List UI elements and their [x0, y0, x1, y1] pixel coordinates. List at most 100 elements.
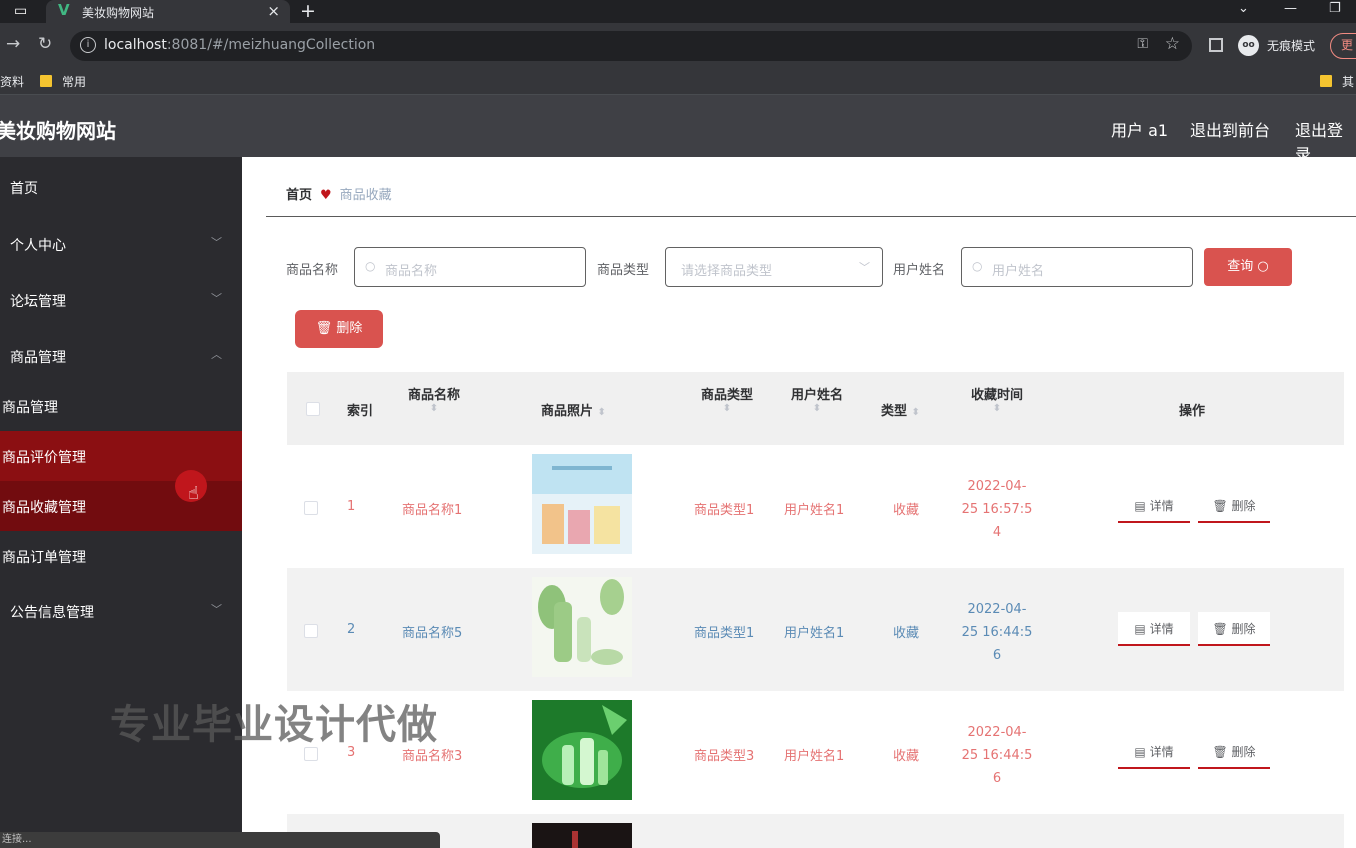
- col-index: 索引: [347, 404, 374, 419]
- trash-icon: 🗑: [1212, 745, 1228, 759]
- document-icon: ▤: [1134, 622, 1146, 636]
- sort-icon[interactable]: ⬍: [969, 403, 1025, 414]
- row-checkbox[interactable]: [304, 501, 318, 515]
- side-panel-icon[interactable]: [1209, 38, 1223, 52]
- reload-icon[interactable]: ↻: [38, 34, 52, 54]
- table-header: 索引 商品名称 ⬍ 商品照片 ⬍ 商品类型 ⬍ 用户姓名 ⬍ 类型 ⬍ 收藏时间 ⬍ 操…: [287, 372, 1344, 445]
- table-row: 1 商品名称1 商品类型1 用户姓名1 收藏 2022-04- 25 16:57:…: [287, 445, 1344, 568]
- sidebar-item-products[interactable]: 商品管理 ︿: [0, 329, 242, 379]
- detail-button[interactable]: ▤ 详情: [1118, 735, 1190, 769]
- row-delete-button[interactable]: 🗑 删除: [1198, 735, 1270, 769]
- col-user[interactable]: 用户姓名 ⬍: [789, 384, 845, 414]
- row-name: 商品名称1: [402, 503, 463, 518]
- bookmark-folder-other[interactable]: 其: [1320, 73, 1354, 90]
- vue-logo-icon: V: [58, 1, 70, 19]
- row-checkbox[interactable]: [304, 624, 318, 638]
- heart-icon: ♥: [320, 188, 332, 203]
- key-icon[interactable]: ⚿: [1137, 36, 1148, 52]
- address-bar-row: → ↻ i localhost:8081/#/meizhuangCollecti…: [0, 23, 1356, 68]
- sidebar-subitem-orders[interactable]: 商品订单管理: [0, 531, 242, 581]
- product-photo: [532, 700, 632, 800]
- table-row: 3 商品名称3 商品类型3 用户姓名1 收藏 2022-04- 25 16:44:…: [287, 691, 1344, 814]
- col-time[interactable]: 收藏时间 ⬍: [969, 384, 1025, 414]
- row-time: 2022-04- 25 16:44:5 6: [961, 602, 1033, 663]
- forward-icon[interactable]: →: [6, 34, 20, 54]
- row-delete-button[interactable]: 🗑 删除: [1198, 489, 1270, 523]
- select-placeholder: 请选择商品类型: [681, 264, 773, 279]
- sidebar-item-label: 商品管理: [10, 350, 66, 366]
- url-field[interactable]: i localhost:8081/#/meizhuangCollection ⚿…: [70, 31, 1192, 61]
- close-tab-icon[interactable]: ×: [267, 2, 280, 20]
- sidebar-item-label: 商品管理: [2, 400, 58, 416]
- bookmark-folder[interactable]: 常用: [40, 73, 86, 90]
- row-type: 商品类型3: [694, 749, 755, 764]
- folder-icon: [40, 75, 52, 87]
- sort-icon[interactable]: ⬍: [406, 403, 462, 414]
- tab-search-icon[interactable]: ⌄: [1238, 1, 1249, 16]
- restore-icon[interactable]: ❐: [1329, 1, 1341, 16]
- col-kind[interactable]: 类型 ⬍: [881, 400, 920, 419]
- update-button[interactable]: 更: [1330, 33, 1356, 59]
- name-search-input[interactable]: ○ 商品名称: [354, 247, 586, 287]
- chevron-down-icon: ﹀: [211, 236, 222, 249]
- col-ops: 操作: [1179, 404, 1206, 419]
- url-text: localhost:8081/#/meizhuangCollection: [104, 37, 376, 53]
- detail-button[interactable]: ▤ 详情: [1118, 612, 1190, 646]
- search-icon: ○: [972, 259, 983, 273]
- browser-tab-bar: ▭ V 美妆购物网站 × + ⌄ — ❐: [0, 0, 1356, 23]
- query-button[interactable]: 查询 ○: [1204, 248, 1292, 286]
- input-placeholder: 用户姓名: [992, 264, 1045, 279]
- trash-icon: 🗑: [1212, 622, 1228, 636]
- col-name[interactable]: 商品名称 ⬍: [406, 384, 462, 414]
- bookmarks-bar: 资料 常用 其: [0, 68, 1356, 95]
- type-filter-label: 商品类型: [597, 263, 650, 278]
- bookmark-star-icon[interactable]: ☆: [1165, 34, 1180, 54]
- detail-button[interactable]: ▤ 详情: [1118, 489, 1190, 523]
- bulk-delete-button[interactable]: 🗑 删除: [295, 310, 383, 348]
- sidebar-item-home[interactable]: 首页: [0, 160, 242, 210]
- window-menu-icon[interactable]: ▭: [14, 3, 36, 19]
- chevron-down-icon: ﹀: [211, 603, 222, 616]
- row-delete-button[interactable]: 🗑 删除: [1198, 612, 1270, 646]
- browser-tab[interactable]: V 美妆购物网站 ×: [46, 0, 290, 23]
- watermark: 专业毕业设计代做: [110, 702, 438, 748]
- sidebar-item-label: 商品评价管理: [2, 450, 86, 466]
- row-index: 2: [347, 622, 356, 637]
- sort-icon[interactable]: ⬍: [699, 403, 755, 414]
- sort-icon[interactable]: ⬍: [598, 407, 606, 418]
- user-filter-label: 用户姓名: [893, 263, 946, 278]
- document-icon: ▤: [1134, 499, 1146, 513]
- trash-icon: 🗑: [315, 321, 333, 336]
- row-user: 用户姓名1: [784, 503, 845, 518]
- incognito-icon[interactable]: oo: [1238, 35, 1259, 56]
- site-title: 美妆购物网站: [0, 119, 116, 143]
- sidebar-item-label: 论坛管理: [10, 294, 66, 310]
- sidebar-item-label: 商品收藏管理: [2, 500, 86, 516]
- minimize-icon[interactable]: —: [1284, 1, 1297, 16]
- col-photo[interactable]: 商品照片 ⬍: [541, 400, 606, 419]
- tab-title: 美妆购物网站: [82, 6, 155, 20]
- table-row: [287, 814, 1344, 848]
- col-type[interactable]: 商品类型 ⬍: [699, 384, 755, 414]
- sidebar-item-notices[interactable]: 公告信息管理 ﹀: [0, 584, 242, 634]
- incognito-label: 无痕模式: [1267, 39, 1316, 53]
- sidebar-item-personal[interactable]: 个人中心 ﹀: [0, 217, 242, 267]
- chevron-down-icon: ﹀: [859, 261, 870, 274]
- sidebar-subitem-product-manage[interactable]: 商品管理: [0, 381, 242, 431]
- divider: [266, 216, 1356, 217]
- breadcrumb-home[interactable]: 首页: [286, 188, 312, 203]
- type-select[interactable]: 请选择商品类型 ﹀: [665, 247, 883, 287]
- new-tab-icon[interactable]: +: [300, 0, 316, 22]
- sort-icon[interactable]: ⬍: [789, 403, 845, 414]
- back-to-front-link[interactable]: 退出到前台: [1190, 117, 1270, 141]
- sort-icon[interactable]: ⬍: [912, 407, 920, 418]
- site-info-icon[interactable]: i: [80, 37, 96, 53]
- row-kind: 收藏: [893, 749, 920, 764]
- sidebar-item-forum[interactable]: 论坛管理 ﹀: [0, 273, 242, 323]
- search-icon: ○: [1257, 259, 1269, 274]
- table-row: 2 商品名称5 商品类型1 用户姓名1 收藏 2022-04- 25 16:44:…: [287, 568, 1344, 691]
- sidebar-subitem-reviews[interactable]: 商品评价管理: [0, 431, 242, 481]
- user-search-input[interactable]: ○ 用户姓名: [961, 247, 1193, 287]
- bookmark-item[interactable]: 资料: [0, 73, 24, 90]
- select-all-checkbox[interactable]: [306, 402, 320, 416]
